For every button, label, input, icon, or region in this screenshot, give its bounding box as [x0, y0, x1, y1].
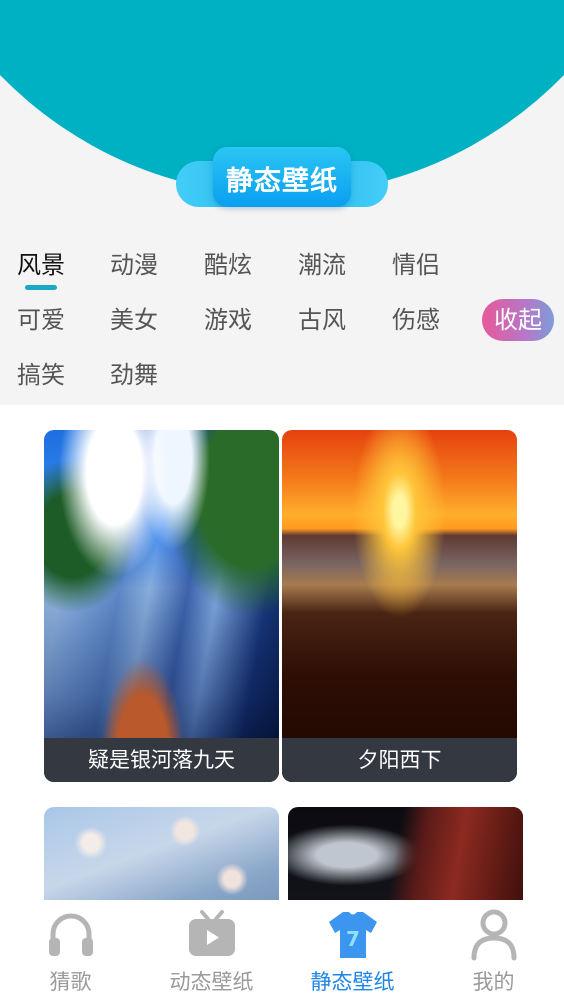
wallpaper-page: 静态壁纸 风景 动漫 酷炫 潮流 情侣 可爱 美女 游戏 古风 伤感 搞笑 劲舞…	[0, 0, 564, 1002]
category-tab-couple[interactable]: 情侣	[392, 240, 440, 290]
wallpaper-card[interactable]	[44, 807, 279, 900]
category-tab-sad[interactable]: 伤感	[392, 295, 440, 345]
nav-label: 我的	[472, 970, 515, 994]
headphones-icon	[49, 913, 93, 956]
person-icon	[471, 909, 517, 961]
wallpaper-card[interactable]	[288, 807, 523, 900]
nav-item-guess-song[interactable]: 猜歌	[0, 900, 141, 1002]
wallpaper-title: 疑是银河落九天	[44, 738, 279, 782]
wallpaper-card[interactable]: 夕阳西下	[282, 430, 517, 782]
tv-play-icon	[189, 910, 235, 956]
category-tab-trend[interactable]: 潮流	[298, 240, 346, 290]
wallpaper-thumbnail	[44, 807, 279, 900]
category-tab-anime[interactable]: 动漫	[110, 240, 158, 290]
category-tab-game[interactable]: 游戏	[204, 295, 252, 345]
category-tab-dance[interactable]: 劲舞	[110, 350, 158, 400]
tshirt-icon: 7	[329, 912, 377, 958]
wallpaper-thumbnail	[44, 430, 279, 782]
collapse-button[interactable]: 收起	[482, 299, 554, 341]
nav-label: 动态壁纸	[169, 970, 254, 994]
bottom-navigation: 猜歌 动态壁纸 7 静态壁纸 我的	[0, 900, 564, 1002]
wallpaper-title: 夕阳西下	[282, 738, 517, 782]
nav-item-mine[interactable]: 我的	[423, 900, 564, 1002]
wallpaper-thumbnail	[282, 430, 517, 782]
category-tab-cute[interactable]: 可爱	[17, 295, 65, 345]
svg-text:7: 7	[346, 927, 360, 951]
page-title-badge: 静态壁纸	[176, 147, 388, 207]
wallpaper-thumbnail	[288, 807, 523, 900]
nav-item-live-wallpaper[interactable]: 动态壁纸	[141, 900, 282, 1002]
category-tab-funny[interactable]: 搞笑	[17, 350, 65, 400]
category-tab-scenery[interactable]: 风景	[17, 240, 65, 290]
active-tab-indicator	[25, 285, 57, 290]
wallpaper-grid: 疑是银河落九天 夕阳西下	[0, 405, 564, 900]
header: 静态壁纸 风景 动漫 酷炫 潮流 情侣 可爱 美女 游戏 古风 伤感 搞笑 劲舞…	[0, 0, 564, 405]
category-tab-beauty[interactable]: 美女	[110, 295, 158, 345]
wallpaper-card[interactable]: 疑是银河落九天	[44, 430, 279, 782]
category-tab-cool[interactable]: 酷炫	[204, 240, 252, 290]
page-title: 静态壁纸	[226, 166, 338, 197]
nav-label: 静态壁纸	[310, 970, 395, 994]
category-tab-ancient[interactable]: 古风	[298, 295, 346, 345]
nav-item-static-wallpaper[interactable]: 7 静态壁纸	[282, 900, 423, 1002]
nav-label: 猜歌	[49, 970, 92, 994]
